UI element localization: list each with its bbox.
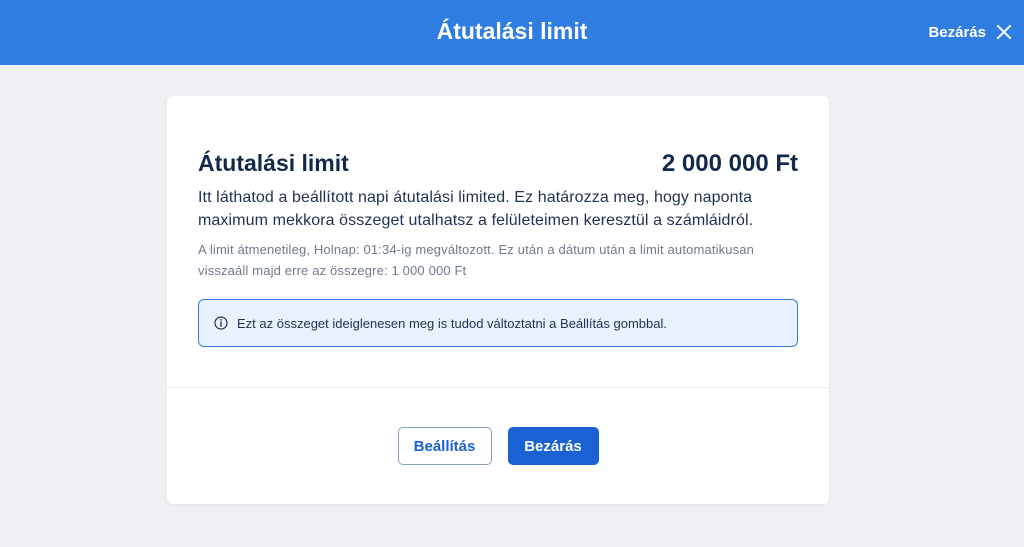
- header-close-label: Bezárás: [928, 23, 986, 41]
- close-icon: [996, 24, 1012, 40]
- divider: [167, 387, 829, 388]
- limit-description: Itt láthatod a beállított napi átutalási…: [198, 189, 754, 229]
- action-buttons: Beállítás Bezárás: [167, 427, 829, 465]
- settings-button[interactable]: Beállítás: [397, 427, 492, 465]
- close-button[interactable]: Bezárás: [507, 427, 599, 465]
- card-title: Átutalási limit: [198, 150, 349, 176]
- header-close-button[interactable]: Bezárás: [928, 16, 1012, 48]
- limit-card: Átutalási limit 2 000 000 Ft Itt láthato…: [167, 96, 829, 504]
- info-text: Ezt az összeget ideiglenesen meg is tudo…: [237, 315, 667, 331]
- limit-note: A limit átmenetileg, Holnap: 01:34-ig me…: [198, 242, 755, 278]
- card-header: Átutalási limit 2 000 000 Ft: [198, 150, 798, 178]
- limit-amount: 2 000 000 Ft: [661, 150, 798, 177]
- info-box: Ezt az összeget ideiglenesen meg is tudo…: [198, 299, 798, 347]
- top-bar: Átutalási limit Bezárás: [0, 0, 1024, 65]
- page-title: Átutalási limit: [436, 18, 588, 44]
- info-icon: [214, 316, 228, 330]
